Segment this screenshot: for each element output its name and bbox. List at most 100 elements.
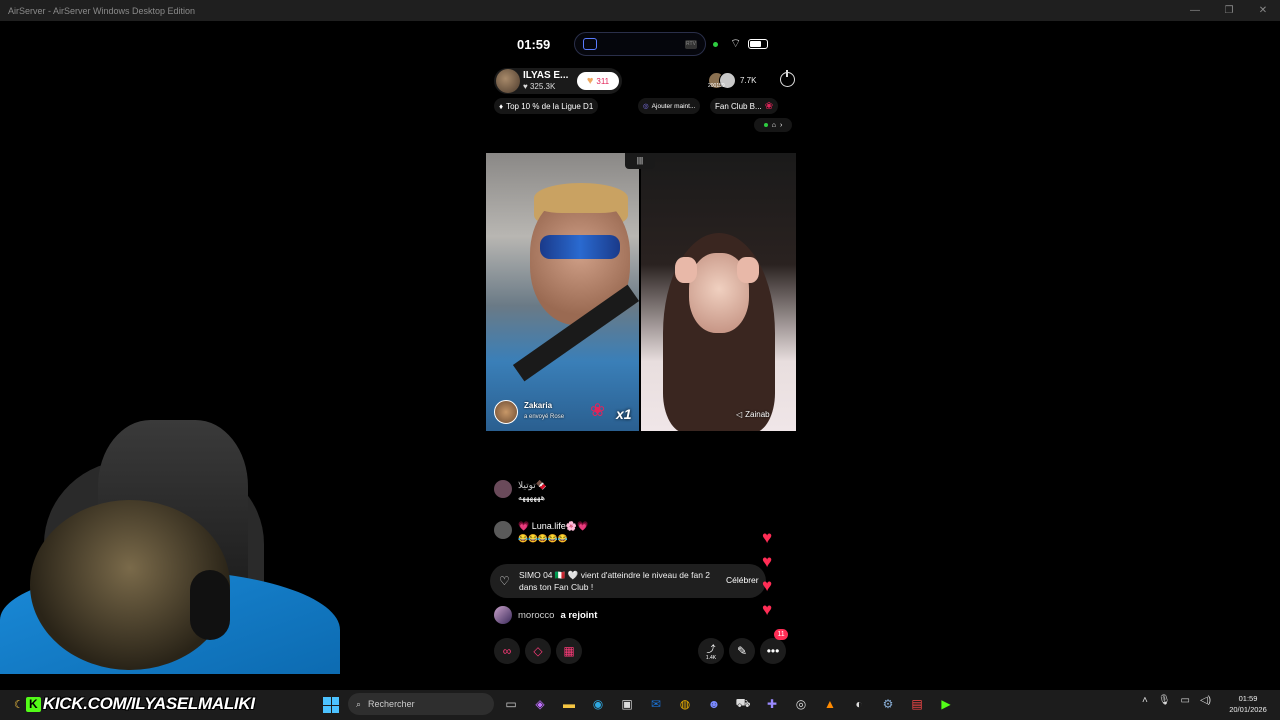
outlook-icon[interactable]: ✉ (645, 693, 667, 715)
host-likes-value: 325.3K (529, 82, 556, 91)
capture-icon[interactable]: ⛟ (732, 693, 754, 715)
host-hair-top (534, 183, 628, 213)
join-message[interactable]: morocco a rejoint (494, 606, 597, 624)
play-icon[interactable]: ▶ (935, 693, 957, 715)
chat-avatar (494, 480, 512, 498)
discord-icon[interactable]: ☻ (703, 693, 725, 715)
kick-overlay: ☾ K KICK.COM/ILYASELMALIKI (14, 693, 255, 715)
dynamic-island[interactable]: RTV (574, 32, 706, 56)
home-icon: ⌂ (771, 121, 776, 129)
search-icon: ⌕ (356, 698, 362, 709)
video-divider (639, 153, 641, 431)
live-options-pill[interactable]: ⌂ › (754, 118, 792, 132)
chevron-right-icon: › (779, 121, 783, 129)
gift-sender-avatar (494, 400, 518, 424)
chat-message[interactable]: 💗 Luna.life🌸💗 😂😂😂😂😂 (494, 521, 588, 543)
host-avatar[interactable] (496, 69, 520, 93)
steam-icon[interactable]: ⚙ (877, 693, 899, 715)
fan-button[interactable]: ♥ 311 (577, 72, 619, 90)
heart-icon: ♥ (762, 528, 773, 547)
chat-message[interactable]: توتيلا🍫 ههههههه (494, 480, 547, 502)
status-bar: 01:59 RTV ⌔ (486, 30, 796, 58)
fanclub-notification: ♡ SIMO 04 🇮🇹 🤍 vient d'atteindre le nive… (490, 564, 766, 598)
search-placeholder: Rechercher (368, 699, 415, 709)
battle-video: ||| Zakaria a envoyé Rose ❀ x1 (486, 153, 796, 431)
fanclub-tag[interactable]: Fan Club B... ❀ (710, 98, 779, 114)
close-button[interactable]: ✕ (1246, 0, 1280, 21)
host-name: ILYAS E... (523, 70, 569, 81)
volume-icon[interactable]: ◁) (1200, 695, 1211, 706)
more-button[interactable]: ••• 11 (760, 629, 788, 664)
minimize-button[interactable]: — (1178, 0, 1212, 21)
grid-icon[interactable]: ▦ (556, 638, 582, 664)
vlc-icon[interactable]: ▲ (819, 693, 841, 715)
copilot-icon[interactable]: ◈ (529, 693, 551, 715)
share-button[interactable]: ⤴ 1.4K (698, 638, 724, 664)
taskbar-apps: ▭ ◈ ▬ ◉ ▣ ✉ ◍ ☻ ⛟ ✚ ◎ ▲ ◐ ⚙ ▤ ▶ (500, 693, 957, 717)
more-badge: 11 (774, 629, 788, 640)
heart-icon: ♥ (586, 75, 594, 87)
edge-icon[interactable]: ◉ (587, 693, 609, 715)
add-tag[interactable]: ◎ Ajouter maint... (638, 98, 701, 114)
fan-count: 311 (596, 76, 610, 86)
gift-description: a envoyé Rose (524, 414, 564, 420)
guest-name: Zainab (745, 410, 770, 419)
shield-heart-icon: ♡ (499, 574, 510, 588)
viewer-count: 7.7K (740, 76, 757, 85)
gift-name: Rose (550, 414, 565, 420)
maximize-button[interactable]: ❐ (1212, 0, 1246, 21)
celebrate-button[interactable]: Célébrer (726, 575, 759, 585)
store-icon[interactable]: ▣ (616, 693, 638, 715)
ranking-tag[interactable]: ♦ Top 10 % de la Ligue D1 (494, 98, 599, 114)
file-explorer-icon[interactable]: ▬ (558, 693, 580, 715)
heart-icon: ♥ (762, 552, 773, 571)
chat-text: ههههههه (518, 493, 545, 502)
viewer-badge: 200159 (708, 83, 725, 89)
host-likes: ♥ 325.3K (523, 82, 556, 91)
heart-icon: ♥ (762, 600, 773, 619)
viewers-pill[interactable]: 200159 7.7K (708, 71, 772, 91)
host-camera[interactable] (486, 153, 639, 431)
joined-avatar (494, 606, 512, 624)
chat-avatar (494, 521, 512, 539)
speaker-icon: ◁ (736, 410, 743, 419)
chevron-up-icon[interactable]: ˄ (1142, 695, 1148, 706)
guest-camera[interactable] (641, 153, 796, 431)
obs-icon[interactable]: ◎ (790, 693, 812, 715)
add-label: Ajouter maint... (651, 102, 696, 110)
taskbar-search[interactable]: ⌕ Rechercher (348, 693, 494, 715)
kick-logo-icon: K (25, 696, 41, 712)
streamer-webcam (0, 420, 340, 674)
taskbar-clock[interactable]: 01:59 20/01/2026 (1222, 693, 1274, 715)
taskbar-date: 20/01/2026 (1229, 705, 1267, 714)
game-controller-icon[interactable]: ✚ (761, 693, 783, 715)
display-icon[interactable]: ▭ (1181, 695, 1190, 706)
gift-sender-name: Zakaria (524, 401, 553, 410)
ranking-label: Top 10 % de la Ligue D1 (506, 101, 594, 111)
status-time: 01:59 (517, 37, 551, 52)
heart-icon: ♥ (762, 576, 773, 595)
kick-url: KICK.COM/ILYASELMALIKI (42, 694, 255, 713)
window-title: AirServer - AirServer Windows Desktop Ed… (8, 5, 196, 16)
chrome-icon[interactable]: ◍ (674, 693, 696, 715)
window-titlebar: AirServer - AirServer Windows Desktop Ed… (0, 0, 1280, 21)
sunglasses (540, 235, 620, 259)
match-icon[interactable]: ◇ (525, 638, 551, 664)
host-pill[interactable]: ILYAS E... ♥ 325.3K ♥ 311 (494, 68, 622, 94)
joined-action: a rejoint (560, 609, 598, 621)
more-icon: ••• (766, 644, 780, 658)
gift-multiplier: x1 (616, 406, 632, 422)
task-view-icon[interactable]: ▭ (500, 693, 522, 715)
notification-text: SIMO 04 🇮🇹 🤍 vient d'atteindre le niveau… (519, 570, 711, 592)
live-dot-icon (763, 123, 768, 127)
link-icon[interactable]: ∞ (494, 638, 520, 664)
stream-app-icon[interactable]: ▤ (906, 693, 928, 715)
app-icon[interactable]: ◐ (848, 693, 870, 715)
power-icon[interactable] (780, 70, 795, 87)
magic-wand-icon[interactable]: ✎ (729, 638, 755, 664)
phone-screen: 01:59 RTV ⌔ ILYAS E... ♥ 325.3K ♥ 311 200… (486, 22, 796, 672)
camera-indicator-icon (713, 42, 718, 47)
microphone-icon[interactable]: 🎙 (1158, 695, 1171, 706)
windows-start-icon[interactable] (323, 697, 339, 713)
audio-bars-icon[interactable]: ||| (625, 153, 655, 169)
